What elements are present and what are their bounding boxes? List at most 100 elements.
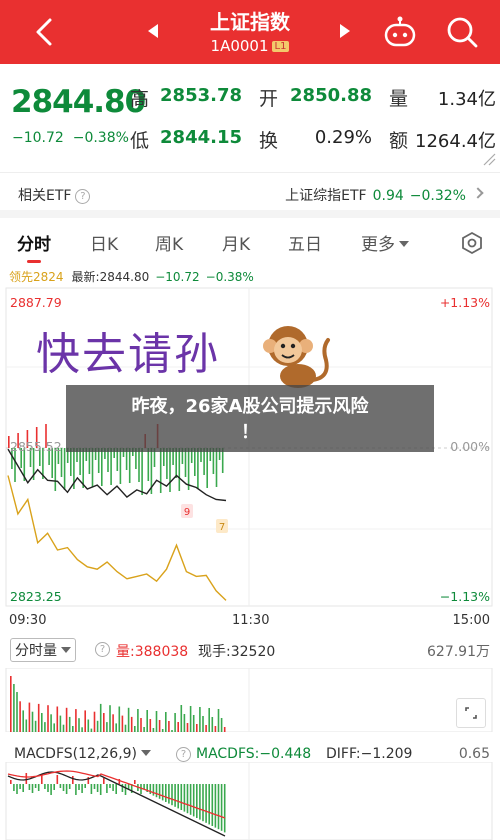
macd-bar — [84, 784, 86, 788]
turnover-label: 换 — [259, 130, 279, 152]
volume-bar — [161, 729, 164, 732]
macd-bar — [106, 784, 108, 793]
volume-bar — [13, 684, 15, 732]
macd-bar — [25, 773, 28, 784]
volume-chart-svg — [5, 667, 493, 733]
macd-bar — [50, 784, 52, 795]
macd-bar — [208, 784, 210, 825]
volume-bar — [25, 719, 28, 732]
macd-bar — [171, 784, 173, 806]
low-value: 2844.15 — [160, 127, 242, 148]
volume-bar — [186, 723, 189, 732]
fullscreen-button[interactable] — [456, 698, 486, 728]
volume-chart — [0, 667, 500, 733]
help-icon[interactable]: ? — [75, 189, 91, 204]
macd-bar — [186, 784, 189, 814]
macd-bar — [134, 780, 136, 784]
tab-five-day[interactable]: 五日 — [288, 230, 322, 255]
macd-bar — [68, 784, 71, 789]
flow-bar — [187, 448, 190, 490]
open-value: 2850.88 — [290, 85, 372, 106]
macd-bar — [109, 784, 111, 788]
macd-bar — [180, 784, 183, 810]
change-percent: −0.38% — [72, 130, 129, 146]
flow-bar — [79, 448, 81, 475]
flow-bar — [215, 448, 218, 487]
prev-stock-icon[interactable] — [148, 24, 158, 38]
expand-corner-icon[interactable] — [482, 152, 496, 166]
volume-bar — [220, 718, 223, 732]
settings-icon[interactable] — [460, 231, 484, 255]
volume-value: 量:388038 — [116, 644, 189, 660]
etf-quote[interactable]: 上证综指ETF 0.94 −0.32% — [285, 185, 466, 205]
macd-bar — [152, 784, 155, 796]
volume-bar — [189, 706, 192, 732]
volume-indicator-select[interactable]: 分时量 — [10, 638, 76, 662]
flow-bar — [206, 448, 208, 488]
flow-bar — [184, 448, 187, 477]
news-overlay[interactable]: 昨夜，26家A股公司提示风险 ！ — [66, 385, 434, 452]
macd-bar — [112, 784, 114, 791]
macd-indicator-select[interactable]: MACDFS(12,26,9) — [14, 746, 152, 762]
flow-bar — [54, 448, 57, 491]
volume-bar — [134, 726, 136, 732]
macd-max: 0.65 — [458, 746, 490, 762]
macd-bar — [192, 784, 195, 817]
volume-bar — [202, 716, 204, 732]
tab-weekly-k[interactable]: 周K — [155, 230, 183, 255]
volume-bar — [174, 713, 176, 732]
marker-7: 7 — [216, 519, 228, 533]
flow-bar — [138, 448, 140, 482]
high-value: 2853.78 — [160, 85, 242, 106]
volume-bar — [53, 723, 55, 732]
macd-bar — [31, 784, 34, 793]
etf-name: 上证综指ETF — [285, 188, 367, 204]
robot-assistant-icon[interactable] — [382, 14, 418, 50]
level-badge: L1 — [271, 41, 290, 52]
tab-more[interactable]: 更多 — [361, 230, 409, 255]
volume-bar — [223, 727, 226, 732]
macd-bar — [28, 784, 31, 790]
flow-bar — [197, 448, 199, 489]
flow-bar — [101, 448, 103, 486]
macd-bar — [53, 784, 55, 790]
search-icon[interactable] — [444, 14, 480, 50]
current-price: 2844.80 — [11, 84, 146, 120]
volume-bar — [124, 724, 127, 732]
volume-bar — [34, 720, 37, 732]
macd-value: MACDFS:−0.448 — [196, 746, 312, 762]
related-etf-row[interactable]: 相关ETF? 上证综指ETF 0.94 −0.32% — [0, 172, 500, 218]
volume-bar — [78, 718, 80, 732]
flow-bar — [169, 448, 171, 492]
next-stock-icon[interactable] — [340, 24, 350, 38]
macd-bar — [72, 776, 74, 784]
news-headline: 昨夜，26家A股公司提示风险 — [131, 396, 369, 417]
volume-value: 1.34亿 — [437, 89, 496, 110]
chevron-right-icon[interactable] — [472, 187, 484, 199]
quote-panel: 2844.80 −10.72 −0.38% 高 2853.78 开 2850.8… — [0, 64, 500, 172]
flow-bar — [82, 448, 84, 488]
tab-intraday[interactable]: 分时 — [17, 230, 51, 263]
latest-label: 最新:2844.80 — [71, 270, 150, 284]
related-etf-title: 相关ETF? — [18, 185, 91, 205]
caret-down-icon — [61, 647, 71, 653]
flow-bar — [128, 448, 131, 483]
volume-bar — [72, 726, 74, 732]
tab-monthly-k[interactable]: 月K — [222, 230, 250, 255]
macd-chart-svg — [5, 761, 493, 840]
volume-bar — [75, 709, 77, 732]
macd-bar — [121, 784, 124, 792]
help-icon[interactable]: ? — [176, 747, 191, 762]
tab-daily-k[interactable]: 日K — [90, 230, 118, 255]
macd-bar — [115, 784, 117, 794]
help-icon[interactable]: ? — [95, 642, 110, 657]
macd-bar — [211, 784, 214, 826]
macd-bar — [99, 784, 102, 795]
tab-more-label: 更多 — [361, 235, 395, 255]
volume-bar — [152, 728, 155, 732]
volume-indicator-label: 分时量 — [15, 643, 57, 659]
volume-bar — [93, 711, 96, 732]
page-title: 上证指数 — [210, 10, 290, 34]
volume-bar — [56, 706, 59, 732]
back-icon[interactable] — [30, 14, 58, 50]
